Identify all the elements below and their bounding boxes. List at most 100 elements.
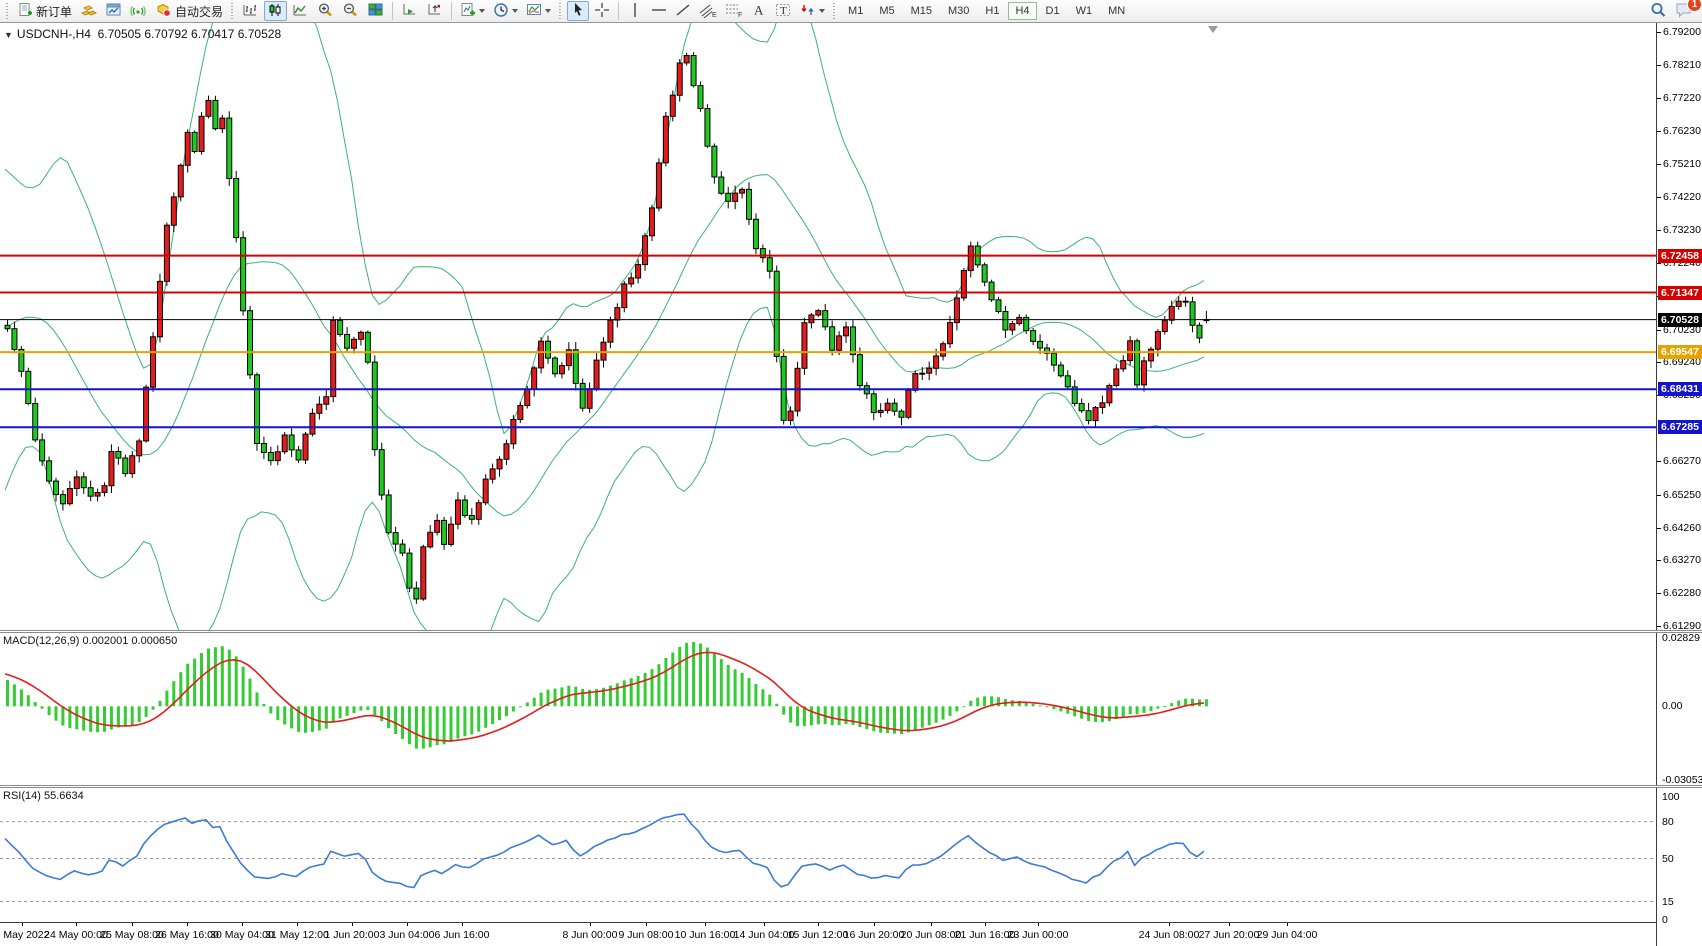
macd-histogram-bar [741, 673, 744, 706]
time-axis[interactable]: 0 May 202224 May 00:0025 May 08:0026 May… [0, 922, 1656, 946]
rsi-axis-label: 15 [1662, 896, 1674, 908]
panel-splitter[interactable] [0, 785, 1702, 788]
periods-button[interactable] [490, 1, 521, 21]
time-tick-label: 21 Jun 16:00 [955, 929, 1016, 941]
macd-histogram-bar [623, 681, 626, 707]
macd-histogram-bar [1039, 706, 1042, 707]
main-price-chart[interactable] [0, 23, 1656, 630]
horizontal-line-tool[interactable] [648, 1, 670, 21]
price-line-badge: 6.72458 [1658, 249, 1702, 263]
time-tick-mark [242, 923, 243, 926]
macd-histogram-bar [325, 706, 328, 728]
rsi-label: RSI(14) 55.6634 [3, 790, 84, 802]
auto-scroll-button[interactable] [398, 1, 421, 21]
arrows-tool[interactable] [797, 1, 828, 21]
panel-splitter[interactable] [0, 630, 1702, 633]
macd-histogram-bar [1101, 706, 1104, 722]
dropdown-caret [479, 9, 485, 13]
text-icon: A [752, 2, 766, 21]
macd-histogram-bar [1205, 699, 1208, 706]
macd-histogram-bar [727, 665, 730, 707]
chart-title-collapse-icon[interactable]: ▼ [4, 30, 13, 40]
text-label-tool[interactable]: T [772, 1, 795, 21]
macd-histogram-bar [581, 689, 584, 706]
rsi-panel[interactable] [0, 788, 1656, 922]
toolbar-grip[interactable] [558, 3, 563, 19]
macd-panel[interactable] [0, 633, 1656, 785]
toolbar-grip[interactable] [832, 3, 837, 19]
timeframe-MN[interactable]: MN [1101, 2, 1132, 20]
gold-ingot-icon [80, 2, 97, 21]
macd-histogram-bar [720, 659, 723, 706]
price-tick-label: 6.64260 [1663, 522, 1701, 534]
signals-button[interactable] [127, 1, 150, 21]
price-tick-label: 6.77220 [1663, 92, 1701, 104]
line-chart-button[interactable] [289, 1, 312, 21]
chat-button[interactable]: 1 [1675, 1, 1694, 24]
new-chart-button[interactable] [102, 1, 125, 21]
text-tool[interactable]: A [748, 1, 770, 21]
zoom-in-button[interactable] [314, 1, 337, 21]
macd-histogram-bar [1143, 706, 1146, 713]
toolbar-grip[interactable] [230, 3, 235, 19]
macd-histogram-bar [1122, 706, 1125, 717]
chart-shift-button[interactable] [423, 1, 446, 21]
macd-histogram-bar [387, 706, 390, 728]
timeframe-H4[interactable]: H4 [1008, 2, 1036, 20]
indicators-button[interactable] [457, 1, 488, 21]
time-tick-label: 27 Jun 20:00 [1199, 929, 1260, 941]
new-order-button[interactable]: 新订单 [14, 1, 75, 21]
macd-histogram-bar [560, 687, 563, 706]
time-tick-label: 0 May 2022 [0, 929, 49, 941]
candles [5, 52, 1209, 604]
time-tick-mark [931, 923, 932, 926]
macd-histogram-bar [20, 689, 23, 706]
toolbar-grip[interactable] [5, 3, 10, 19]
time-tick-mark [874, 923, 875, 926]
timeframe-M15[interactable]: M15 [904, 2, 939, 20]
macd-histogram-bar [484, 706, 487, 728]
zoom-out-button[interactable] [339, 1, 362, 21]
bar-chart-button[interactable] [239, 1, 262, 21]
autotrading-icon [155, 2, 172, 21]
candlestick-icon [267, 2, 284, 21]
price-tick-label: 6.73230 [1663, 224, 1701, 236]
templates-button[interactable] [523, 1, 554, 21]
notification-badge: 1 [1687, 0, 1702, 12]
candlestick-chart-button[interactable] [264, 1, 287, 21]
time-tick-mark [297, 923, 298, 926]
macd-histogram-bar [540, 693, 543, 707]
macd-histogram-bar [96, 706, 99, 732]
price-tick-label: 6.66270 [1663, 455, 1701, 467]
market-button[interactable] [77, 1, 100, 21]
vertical-line-tool[interactable] [624, 1, 646, 21]
search-icon[interactable] [1649, 1, 1667, 24]
macd-histogram-bar [359, 706, 362, 710]
timeframe-W1[interactable]: W1 [1069, 2, 1100, 20]
crosshair-tool-button[interactable] [591, 1, 613, 21]
price-tick-label: 6.62280 [1663, 587, 1701, 599]
macd-histogram-bar [68, 706, 71, 728]
timeframe-M1[interactable]: M1 [841, 2, 870, 20]
rsi-axis-label: 50 [1662, 853, 1674, 865]
timeframe-H1[interactable]: H1 [978, 2, 1006, 20]
chart-window: ▼USDCNH-,H4 6.70505 6.70792 6.70417 6.70… [0, 23, 1702, 946]
toolbar-right: 1 [1649, 1, 1694, 24]
rsi-axis-label: 100 [1662, 791, 1680, 803]
time-tick-label: 24 May 00:00 [44, 929, 108, 941]
fibonacci-tool[interactable]: F [722, 1, 746, 21]
price-axis[interactable]: 6.792006.782106.772206.762306.752106.742… [1656, 23, 1702, 946]
equidistant-channel-tool[interactable]: E [696, 1, 720, 21]
macd-histogram-bar [505, 706, 508, 716]
chart-shift-marker[interactable] [1208, 26, 1218, 33]
tile-windows-button[interactable] [364, 1, 387, 21]
price-line-badge: 6.71347 [1658, 286, 1702, 300]
cursor-tool-button[interactable] [567, 1, 589, 21]
autotrading-button[interactable]: 自动交易 [152, 1, 226, 21]
svg-text:E: E [712, 12, 717, 18]
timeframe-M30[interactable]: M30 [941, 2, 976, 20]
trendline-tool[interactable] [672, 1, 694, 21]
price-tick-label: 6.75210 [1663, 158, 1701, 170]
timeframe-M5[interactable]: M5 [872, 2, 901, 20]
timeframe-D1[interactable]: D1 [1039, 2, 1067, 20]
